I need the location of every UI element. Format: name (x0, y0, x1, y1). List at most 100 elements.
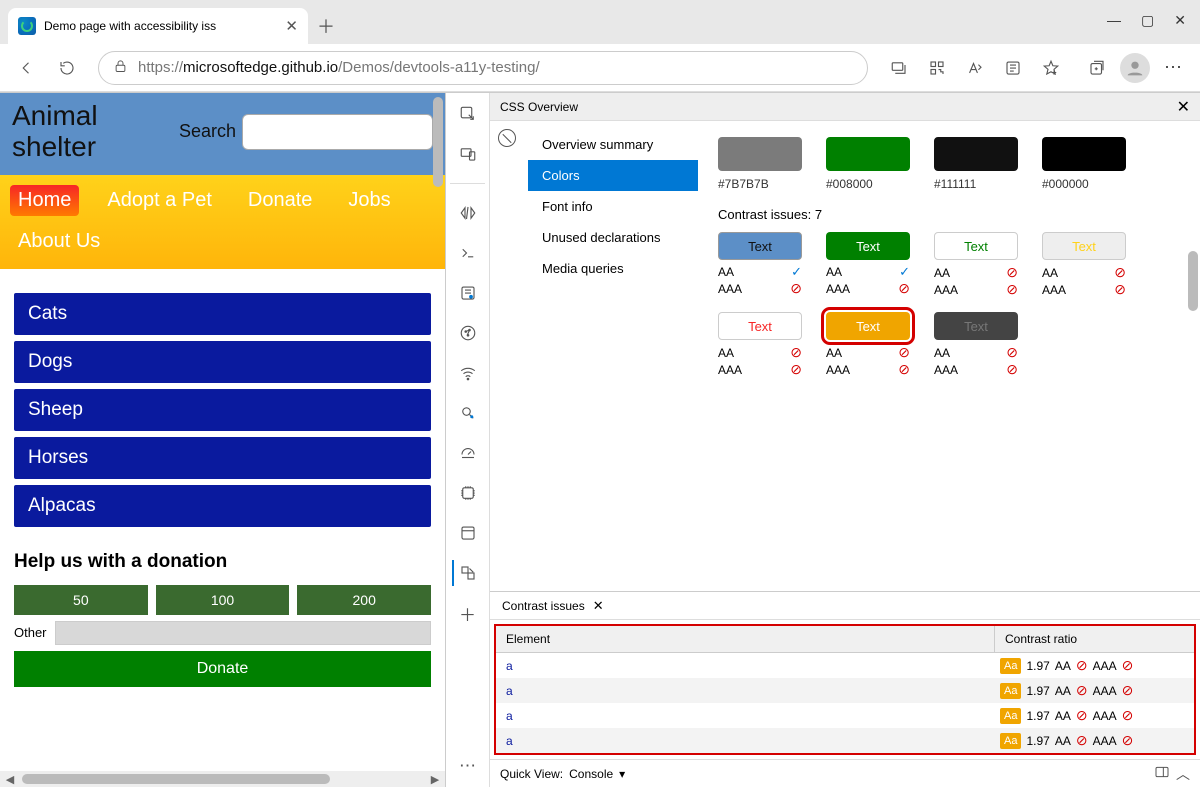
browser-tab-strip: Demo page with accessibility iss ✕ ＋ (0, 0, 1200, 44)
table-row[interactable]: a Aa1.97AA⊘AAA⊘ (496, 703, 1194, 728)
other-label: Other (14, 625, 47, 640)
sidebar-overview-summary[interactable]: Overview summary (528, 129, 698, 160)
profile-avatar[interactable] (1118, 51, 1152, 85)
address-bar[interactable]: https://microsoftedge.github.io/Demos/de… (98, 51, 868, 85)
table-row[interactable]: a Aa1.97AA⊘AAA⊘ (496, 678, 1194, 703)
panel-title: CSS Overview (500, 100, 578, 114)
qr-icon[interactable] (920, 51, 954, 85)
page-favicon (18, 17, 36, 35)
donation-heading: Help us with a donation (14, 551, 431, 573)
sidebar-colors[interactable]: Colors (528, 160, 698, 191)
category-cats[interactable]: Cats (14, 293, 431, 335)
table-row[interactable]: a Aa1.97AA⊘AAA⊘ (496, 653, 1194, 678)
search-input[interactable] (242, 114, 433, 150)
expand-drawer-icon[interactable]: ︿ (1176, 764, 1190, 784)
tab-title: Demo page with accessibility iss (44, 19, 277, 33)
more-menu-icon[interactable]: ⋯ (1156, 51, 1190, 85)
preset-50[interactable]: 50 (14, 585, 148, 615)
issues-tab-close-icon[interactable]: ✕ (593, 598, 604, 614)
contrast-sample[interactable]: Text AA✓ AAA⊘ (826, 232, 910, 298)
nav-jobs[interactable]: Jobs (340, 185, 398, 216)
reader-icon[interactable] (996, 51, 1030, 85)
device-toggle-icon[interactable] (453, 141, 483, 167)
nav-about[interactable]: About Us (10, 226, 108, 257)
category-horses[interactable]: Horses (14, 437, 431, 479)
devtools-statusbar: Quick View: Console ▾ ︿ (490, 759, 1200, 787)
panel-scrollbar[interactable] (1188, 251, 1198, 311)
sidebar-unused-declarations[interactable]: Unused declarations (528, 222, 698, 253)
other-amount-input[interactable] (55, 621, 431, 645)
performance-icon[interactable] (453, 440, 483, 466)
elements-icon[interactable] (453, 200, 483, 226)
contrast-sample[interactable]: Text AA⊘ AAA⊘ (1042, 232, 1126, 298)
sources-icon[interactable] (453, 280, 483, 306)
preset-200[interactable]: 200 (297, 585, 431, 615)
color-swatch[interactable]: #000000 (1042, 137, 1126, 191)
contrast-issues-table: Element Contrast ratio a Aa1.97AA⊘AAA⊘a … (494, 624, 1196, 755)
contrast-sample[interactable]: Text AA⊘ AAA⊘ (826, 312, 910, 378)
quick-view-label: Quick View: (500, 767, 563, 781)
dock-side-icon[interactable] (1154, 764, 1170, 783)
category-alpacas[interactable]: Alpacas (14, 485, 431, 527)
window-minimize-icon[interactable]: — (1107, 12, 1121, 29)
preset-100[interactable]: 100 (156, 585, 290, 615)
back-button[interactable] (10, 51, 44, 85)
contrast-sample[interactable]: Text AA✓ AAA⊘ (718, 232, 802, 298)
category-sheep[interactable]: Sheep (14, 389, 431, 431)
contrast-sample[interactable]: Text AA⊘ AAA⊘ (934, 232, 1018, 298)
sidebar-media-queries[interactable]: Media queries (528, 253, 698, 284)
main-nav: Home Adopt a Pet Donate Jobs About Us (0, 175, 445, 269)
color-swatch[interactable]: #008000 (826, 137, 910, 191)
more-tools-icon[interactable]: ＋ (453, 600, 483, 626)
color-swatch[interactable]: #7B7B7B (718, 137, 802, 191)
screen-cast-icon[interactable] (882, 51, 916, 85)
nav-home[interactable]: Home (10, 185, 79, 216)
issues-tab-label[interactable]: Contrast issues (502, 599, 585, 613)
collections-icon[interactable] (1080, 51, 1114, 85)
color-swatch[interactable]: #111111 (934, 137, 1018, 191)
table-row[interactable]: a Aa1.97AA⊘AAA⊘ (496, 728, 1194, 753)
lock-icon (113, 59, 128, 77)
window-close-icon[interactable]: ✕ (1174, 12, 1186, 29)
category-dogs[interactable]: Dogs (14, 341, 431, 383)
close-tab-icon[interactable]: ✕ (285, 17, 298, 35)
reload-button[interactable] (50, 51, 84, 85)
nav-donate[interactable]: Donate (240, 185, 321, 216)
page-horizontal-scrollbar[interactable]: ◀ ▶ (0, 771, 445, 787)
quick-view-dropdown-icon[interactable]: ▾ (619, 767, 625, 781)
lighthouse-icon[interactable] (453, 400, 483, 426)
css-overview-content: #7B7B7B #008000 #111111 #000000 Contrast is… (698, 121, 1200, 591)
nav-adopt[interactable]: Adopt a Pet (99, 185, 220, 216)
console-icon[interactable] (453, 240, 483, 266)
contrast-issues-heading: Contrast issues: 7 (718, 207, 1180, 222)
clear-overview-icon[interactable] (498, 129, 516, 147)
sidebar-font-info[interactable]: Font info (528, 191, 698, 222)
url-text: https://microsoftedge.github.io/Demos/de… (138, 59, 853, 76)
window-maximize-icon[interactable]: ▢ (1141, 12, 1154, 29)
css-overview-icon[interactable] (452, 560, 482, 586)
network-icon[interactable] (453, 320, 483, 346)
browser-tab[interactable]: Demo page with accessibility iss ✕ (8, 8, 308, 44)
contrast-sample[interactable]: Text AA⊘ AAA⊘ (934, 312, 1018, 378)
memory-icon[interactable] (453, 480, 483, 506)
css-overview-sidebar: Overview summary Colors Font info Unused… (528, 121, 698, 591)
quick-view-console[interactable]: Console (569, 767, 613, 781)
table-header-element[interactable]: Element (496, 626, 994, 652)
site-title: Animal shelter (12, 101, 167, 163)
inspect-icon[interactable] (453, 101, 483, 127)
application-icon[interactable] (453, 520, 483, 546)
favorite-icon[interactable] (1034, 51, 1068, 85)
page-vertical-scrollbar[interactable] (431, 93, 445, 771)
browser-toolbar: https://microsoftedge.github.io/Demos/de… (0, 44, 1200, 92)
search-label: Search (179, 121, 236, 142)
new-tab-button[interactable]: ＋ (308, 8, 344, 44)
panel-close-icon[interactable]: ✕ (1177, 97, 1190, 117)
devtools-settings-icon[interactable]: ⋯ (453, 753, 483, 779)
wifi-icon[interactable] (453, 360, 483, 386)
contrast-sample[interactable]: Text AA⊘ AAA⊘ (718, 312, 802, 378)
devtools-icon-rail: ＋ ⋯ (446, 93, 490, 787)
text-size-icon[interactable] (958, 51, 992, 85)
donate-button[interactable]: Donate (14, 651, 431, 687)
page-viewport: Animal shelter Search Home Adopt a Pet D… (0, 93, 446, 787)
table-header-ratio[interactable]: Contrast ratio (994, 626, 1194, 652)
